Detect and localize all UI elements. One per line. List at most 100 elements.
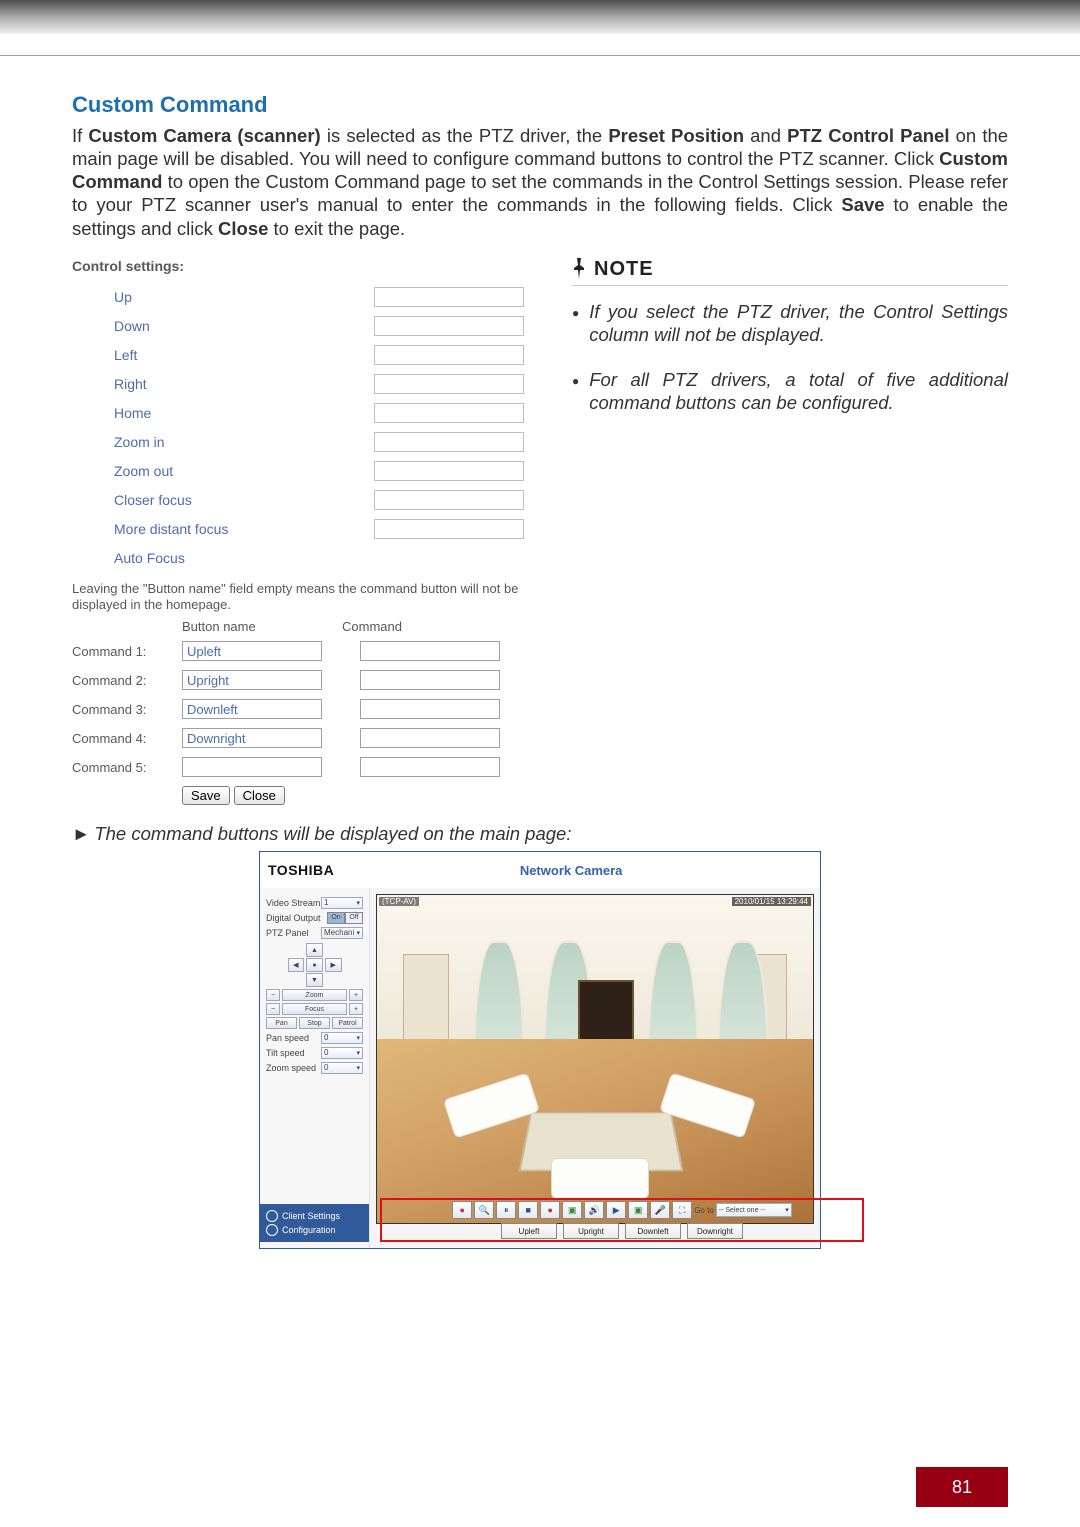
ctl-label-0: Up xyxy=(72,289,374,305)
ctl-input-0[interactable] xyxy=(374,287,524,307)
ctl-input-3[interactable] xyxy=(374,374,524,394)
ctl-label-5: Zoom in xyxy=(72,434,374,450)
cmd-label-3: Command 4: xyxy=(72,731,182,746)
txt-bold: PTZ Control Panel xyxy=(787,125,949,146)
client-settings-link[interactable]: Client Settings xyxy=(266,1210,363,1222)
digital-output-toggle[interactable]: OnOff xyxy=(327,912,363,924)
arrow-caption: The command buttons will be displayed on… xyxy=(72,823,1008,845)
cmd-value-input-0[interactable] xyxy=(360,641,500,661)
ptz-left-button[interactable]: ◀ xyxy=(288,958,305,972)
focus-plus-button[interactable]: + xyxy=(349,1003,363,1015)
txt-bold: Custom Camera (scanner) xyxy=(88,125,320,146)
patrol-button[interactable]: Patrol xyxy=(332,1017,363,1029)
cmd-value-input-2[interactable] xyxy=(360,699,500,719)
ptz-up-button[interactable]: ▲ xyxy=(306,943,323,957)
cmd-value-input-1[interactable] xyxy=(360,670,500,690)
col-button-name: Button name xyxy=(182,619,342,634)
ctl-input-7[interactable] xyxy=(374,490,524,510)
tilt-speed-select[interactable]: 0 xyxy=(321,1047,363,1059)
focus-minus-button[interactable]: − xyxy=(266,1003,280,1015)
tilt-speed-value: 0 xyxy=(324,1048,328,1057)
highlight-box: ● 🔍 ⏸ ■ ● ▣ 🔊 ▶ ▣ 🎤 ⛶ Go to - xyxy=(380,1198,864,1242)
cmd-name-input-3[interactable] xyxy=(182,728,322,748)
search-icon[interactable]: 🔍 xyxy=(474,1201,494,1219)
pan-speed-label: Pan speed xyxy=(266,1033,309,1043)
cam-cmd-button-3[interactable]: Downright xyxy=(687,1223,743,1239)
ctl-input-8[interactable] xyxy=(374,519,524,539)
configuration-label: Configuration xyxy=(282,1225,336,1235)
cmd-label-4: Command 5: xyxy=(72,760,182,775)
wrench-icon xyxy=(266,1224,278,1236)
pan-speed-select[interactable]: 0 xyxy=(321,1032,363,1044)
snapshot-icon[interactable]: ▣ xyxy=(562,1201,582,1219)
pan-speed-value: 0 xyxy=(324,1033,328,1042)
cmd-value-input-4[interactable] xyxy=(360,757,500,777)
note-item-0: If you select the PTZ driver, the Contro… xyxy=(572,300,1008,346)
cmd-value-input-3[interactable] xyxy=(360,728,500,748)
cmd-label-1: Command 2: xyxy=(72,673,182,688)
cmd-name-input-1[interactable] xyxy=(182,670,322,690)
cmd-name-input-0[interactable] xyxy=(182,641,322,661)
stop-button[interactable]: Stop xyxy=(299,1017,330,1029)
control-settings-panel: Control settings: UpDownLeftRightHomeZoo… xyxy=(72,258,532,806)
zoom-speed-select[interactable]: 0 xyxy=(321,1062,363,1074)
tilt-speed-label: Tilt speed xyxy=(266,1048,305,1058)
pan-button[interactable]: Pan xyxy=(266,1017,297,1029)
command-grid-header: Button name Command xyxy=(72,619,532,634)
ctl-label-4: Home xyxy=(72,405,374,421)
ptz-down-button[interactable]: ▼ xyxy=(306,973,323,987)
note-item-1: For all PTZ drivers, a total of five add… xyxy=(572,368,1008,414)
ptz-arrow-pad: ▲ ◀ ● ▶ ▼ xyxy=(288,943,342,987)
record2-icon[interactable]: ● xyxy=(540,1201,560,1219)
col-command: Command xyxy=(342,619,502,634)
ctl-input-2[interactable] xyxy=(374,345,524,365)
configuration-link[interactable]: Configuration xyxy=(266,1224,363,1236)
ctl-input-4[interactable] xyxy=(374,403,524,423)
note-title: NOTE xyxy=(594,258,654,281)
toggle-on[interactable]: On xyxy=(327,912,345,924)
timestamp: 2010/01/15 13:29:44 xyxy=(732,897,811,906)
section-heading: Custom Command xyxy=(72,92,1008,118)
note-list: If you select the PTZ driver, the Contro… xyxy=(572,300,1008,415)
cam-cmd-button-2[interactable]: Downleft xyxy=(625,1223,681,1239)
save-button[interactable]: Save xyxy=(182,786,230,805)
volume-icon[interactable]: 🔊 xyxy=(584,1201,604,1219)
record-icon[interactable]: ● xyxy=(452,1201,472,1219)
cmd-label-0: Command 1: xyxy=(72,644,182,659)
focus-label: Focus xyxy=(282,1003,347,1015)
cmd-name-input-4[interactable] xyxy=(182,757,322,777)
video-stream-select[interactable]: 1 xyxy=(321,897,363,909)
cmd-name-input-2[interactable] xyxy=(182,699,322,719)
snapshot2-icon[interactable]: ▣ xyxy=(628,1201,648,1219)
txt: If xyxy=(72,125,88,146)
close-button[interactable]: Close xyxy=(234,786,285,805)
cmd-label-2: Command 3: xyxy=(72,702,182,717)
mic-icon[interactable]: 🎤 xyxy=(650,1201,670,1219)
cam-cmd-button-1[interactable]: Upright xyxy=(563,1223,619,1239)
txt-bold: Preset Position xyxy=(608,125,744,146)
control-settings-label: Control settings: xyxy=(72,258,532,274)
goto-select[interactable]: -- Select one -- xyxy=(716,1203,792,1217)
zoom-label: Zoom xyxy=(282,989,347,1001)
cam-cmd-button-0[interactable]: Upleft xyxy=(501,1223,557,1239)
camera-sidebar: Video Stream 1 Digital Output OnOff PTZ … xyxy=(260,888,370,1248)
ptz-home-button[interactable]: ● xyxy=(306,958,323,972)
ptz-panel-select[interactable]: Mechani xyxy=(321,927,363,939)
camera-title: Network Camera xyxy=(334,863,808,878)
intro-paragraph: If Custom Camera (scanner) is selected a… xyxy=(72,124,1008,240)
txt: and xyxy=(750,125,787,146)
ptz-right-button[interactable]: ▶ xyxy=(325,958,342,972)
zoom-minus-button[interactable]: − xyxy=(266,989,280,1001)
gear-icon xyxy=(266,1210,278,1222)
fullscreen-icon[interactable]: ⛶ xyxy=(672,1201,692,1219)
zoom-plus-button[interactable]: + xyxy=(349,989,363,1001)
ctl-input-1[interactable] xyxy=(374,316,524,336)
flag-icon[interactable]: ▶ xyxy=(606,1201,626,1219)
ctl-input-5[interactable] xyxy=(374,432,524,452)
stop-icon[interactable]: ■ xyxy=(518,1201,538,1219)
pause-icon[interactable]: ⏸ xyxy=(496,1201,516,1219)
client-settings-label: Client Settings xyxy=(282,1211,340,1221)
toggle-off[interactable]: Off xyxy=(345,912,363,924)
ctl-input-6[interactable] xyxy=(374,461,524,481)
note-header: NOTE xyxy=(572,258,1008,286)
